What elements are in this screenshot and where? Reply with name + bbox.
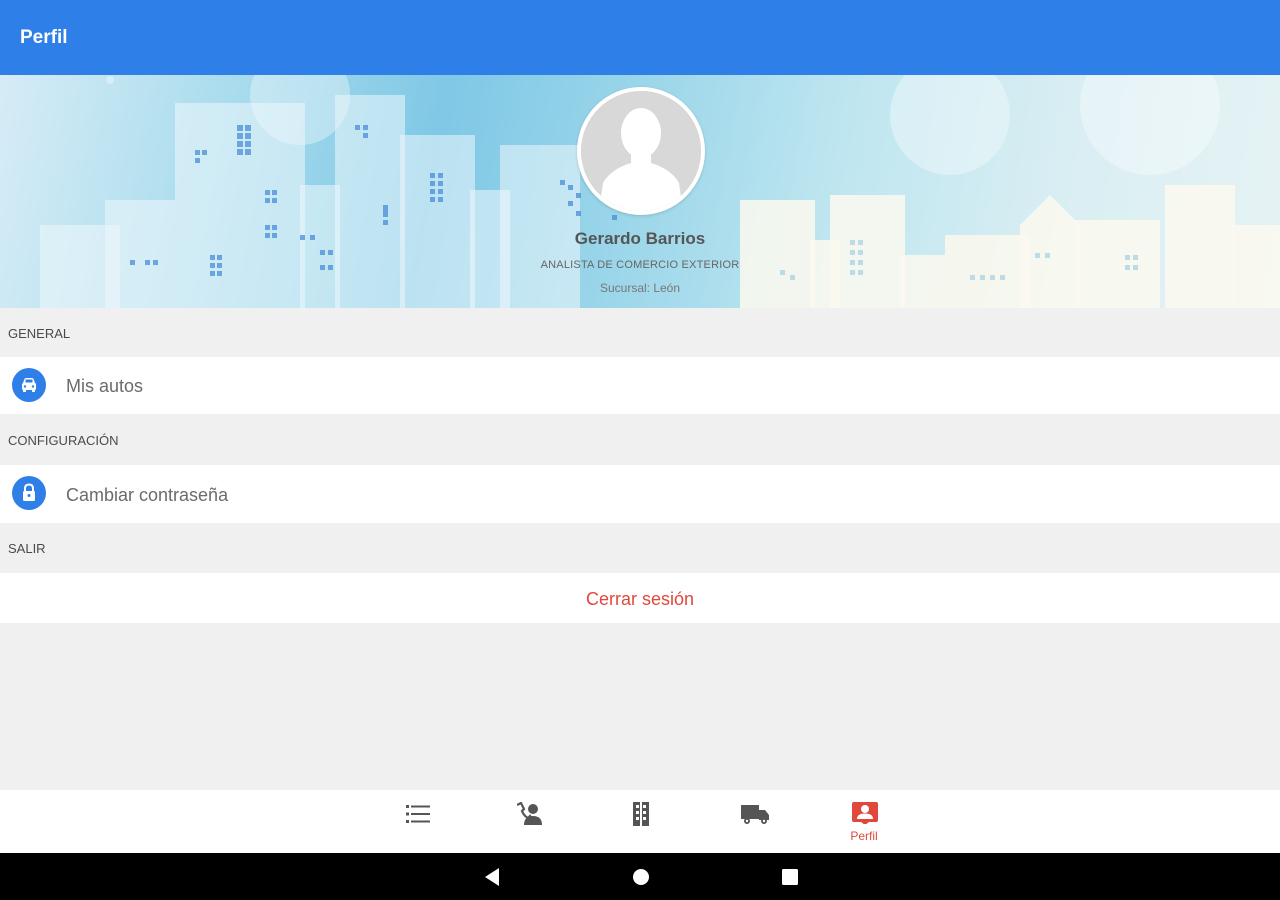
recents-icon[interactable]: [780, 853, 800, 900]
contact-phone-icon: [517, 802, 542, 825]
profile-icon: [852, 802, 878, 824]
profile-name: Gerardo Barrios: [574, 229, 706, 248]
logout-button[interactable]: Cerrar sesión: [0, 573, 1280, 623]
page-title: Perfil: [20, 27, 68, 48]
menu-item-label: Cambiar contraseña: [66, 485, 229, 505]
section-header-label: GENERAL: [8, 326, 71, 341]
person-placeholder-icon: [581, 91, 701, 211]
nav-tab-list[interactable]: [388, 790, 448, 853]
profile-role: ANALISTA DE COMERCIO EXTERIOR: [540, 259, 740, 271]
section-header-configuracion: CONFIGURACIÓN: [0, 414, 1280, 465]
nav-tab-contacts[interactable]: [499, 790, 559, 853]
menu-item-label: Mis autos: [66, 376, 144, 396]
car-icon: [12, 368, 46, 402]
menu-item-mis-autos[interactable]: Mis autos: [0, 357, 1280, 414]
home-icon[interactable]: [631, 853, 651, 900]
section-header-general: GENERAL: [0, 308, 1280, 357]
nav-tab-profile[interactable]: Perfil: [834, 790, 894, 853]
section-header-salir: SALIR: [0, 523, 1280, 573]
nav-tab-shipments[interactable]: [723, 790, 783, 853]
profile-branch: Sucursal: León: [599, 281, 681, 295]
building-icon: [633, 802, 649, 826]
truck-icon: [741, 805, 769, 824]
profile-avatar[interactable]: [577, 87, 705, 215]
logout-label: Cerrar sesión: [585, 589, 695, 609]
section-header-label: SALIR: [8, 541, 46, 556]
bottom-navigation: Perfil: [0, 790, 1280, 853]
back-icon[interactable]: [481, 853, 501, 900]
app-bar: Perfil: [0, 0, 1280, 75]
nav-tab-buildings[interactable]: [611, 790, 671, 853]
section-header-label: CONFIGURACIÓN: [8, 433, 119, 448]
menu-item-cambiar-contrasena[interactable]: Cambiar contraseña: [0, 465, 1280, 523]
nav-tab-profile-label: Perfil: [850, 829, 878, 843]
list-icon: [406, 805, 430, 823]
lock-icon: [12, 476, 46, 510]
system-navigation-bar: [0, 853, 1280, 900]
